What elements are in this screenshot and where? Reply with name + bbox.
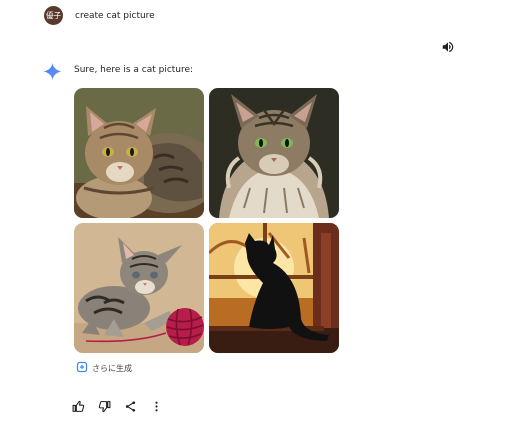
generate-more-label: さらに生成 bbox=[92, 363, 132, 373]
generate-more-button[interactable]: さらに生成 bbox=[76, 360, 132, 376]
response-actions bbox=[72, 400, 163, 413]
regenerate-icon bbox=[76, 361, 88, 375]
more-vert-icon[interactable] bbox=[150, 400, 163, 413]
speaker-icon[interactable] bbox=[441, 39, 455, 53]
user-prompt-text: create cat picture bbox=[75, 10, 155, 21]
sparkle-icon bbox=[43, 62, 62, 81]
image-grid bbox=[74, 88, 339, 353]
cat-image-maine-coon[interactable] bbox=[209, 88, 339, 218]
cat-image-black-cat-window[interactable] bbox=[209, 223, 339, 353]
cat-image-kitten-yarn[interactable] bbox=[74, 223, 204, 353]
share-icon[interactable] bbox=[124, 400, 137, 413]
thumbs-down-icon[interactable] bbox=[98, 400, 111, 413]
response-text: Sure, here is a cat picture: bbox=[74, 65, 194, 75]
user-message: 優子 create cat picture bbox=[44, 6, 155, 25]
thumbs-up-icon[interactable] bbox=[72, 400, 85, 413]
user-avatar[interactable]: 優子 bbox=[44, 6, 63, 25]
cat-image-tabby[interactable] bbox=[74, 88, 204, 218]
